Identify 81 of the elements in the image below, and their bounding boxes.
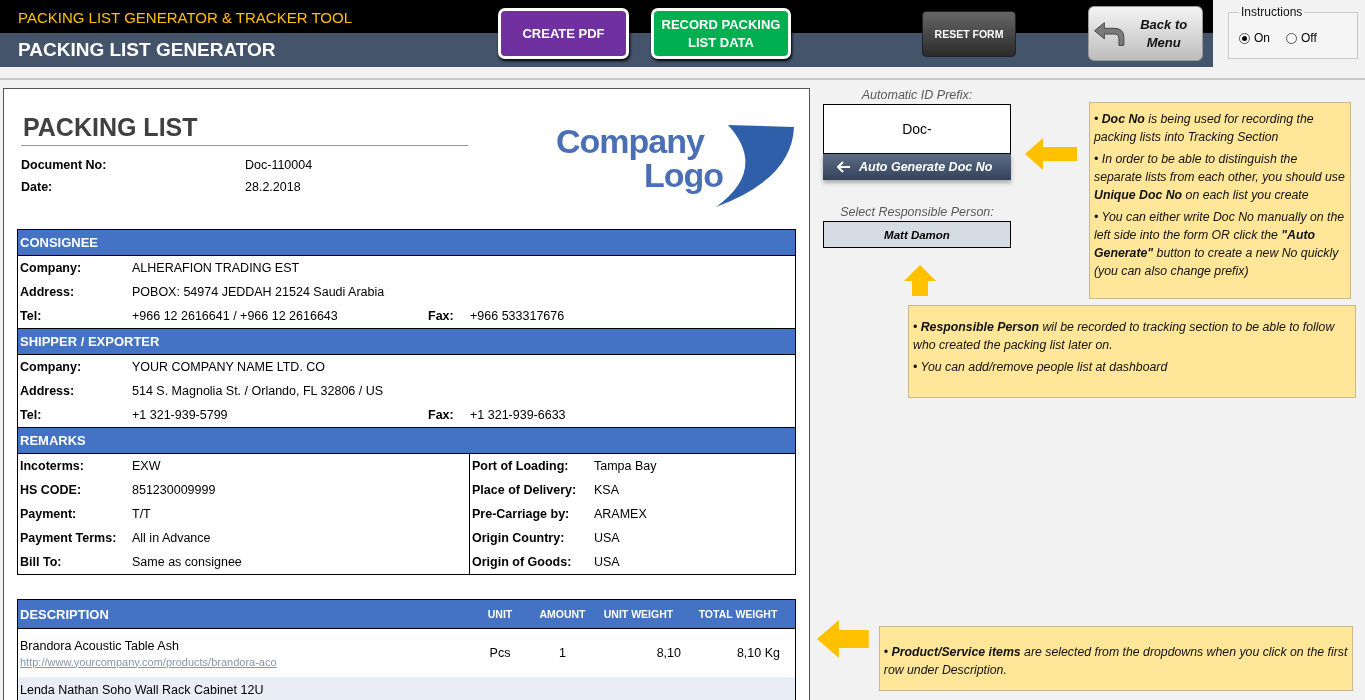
column-header: TOTAL WEIGHT: [697, 608, 779, 620]
table-cell-text: Pcs: [488, 646, 512, 660]
header-button[interactable]: RESET FORM: [922, 10, 1016, 57]
field-label: Bill To:: [20, 555, 63, 569]
instructions-label: Instructions: [1240, 5, 1304, 19]
field-value: +1 321-939-6633: [470, 408, 567, 422]
tool-subtitle: PACKING LIST GENERATOR & TRACKER TOOL: [18, 8, 353, 28]
field-value: +966 12 2616641 / +966 12 2616643: [132, 309, 339, 323]
field-label: Date:: [21, 180, 54, 194]
field-value: T/T: [132, 507, 152, 521]
logo-text: Company: [556, 122, 704, 160]
field-value: USA: [594, 531, 621, 545]
field-label: Tel:: [20, 309, 43, 323]
note-text: • You can add/remove people list at dashboard: [913, 359, 1169, 376]
field-label: Document No:: [21, 158, 108, 172]
document-title: PACKING LIST: [21, 109, 468, 146]
field-value: YOUR COMPANY NAME LTD. CO: [132, 360, 327, 374]
field-label: Port of Loading:: [472, 459, 570, 473]
up-arrow-icon: [904, 265, 936, 296]
column-header: AMOUNT: [538, 608, 587, 620]
prefix-field[interactable]: Doc-: [823, 104, 1011, 154]
page-title: PACKING LIST GENERATOR: [18, 38, 277, 62]
note-text: • Doc No is being used for recording the packing lists into Tracking Section: [1094, 111, 1315, 146]
field-value: ARAMEX: [594, 507, 648, 521]
field-label: Payment:: [20, 507, 78, 521]
field-value: USA: [594, 555, 621, 569]
left-arrow-icon: [1025, 138, 1077, 170]
field-value: KSA: [594, 483, 620, 497]
field-label: Address:: [20, 285, 76, 299]
left-arrow-icon: [837, 161, 851, 173]
field-value: ALHERAFION TRADING EST: [132, 261, 301, 275]
table-cell-text: 1: [558, 646, 567, 660]
field-value: 28.2.2018: [245, 180, 302, 194]
radio-option[interactable]: On: [1239, 31, 1270, 45]
table-cell-text: 8,10 Kg: [735, 646, 781, 660]
field-value: Tampa Bay: [594, 459, 658, 473]
field-value: All in Advance: [132, 531, 212, 545]
field-label: Place of Delivery:: [472, 483, 578, 497]
person-dropdown[interactable]: Matt Damon: [823, 221, 1011, 248]
field-label: Company:: [20, 360, 83, 374]
column-header: UNIT: [486, 608, 514, 620]
field-value: +1 321-939-5799: [132, 408, 229, 422]
column-header: DESCRIPTION: [19, 606, 110, 622]
field-value: Same as consignee: [132, 555, 243, 569]
field-value: POBOX: 54974 JEDDAH 21524 Saudi Arabia: [132, 285, 386, 299]
field-label: Incoterms:: [20, 459, 85, 473]
left-arrow-icon: [817, 620, 869, 658]
item-name: Brandora Acoustic Table Ash: [20, 638, 180, 653]
radio-icon[interactable]: [1286, 32, 1297, 44]
field-value: 514 S. Magnolia St. / Orlando, FL 32806 / US: [132, 384, 385, 398]
field-label: Fax:: [428, 309, 455, 323]
section-header: SHIPPER / EXPORTER: [18, 329, 795, 355]
prefix-label: Automatic ID Prefix:: [860, 88, 974, 104]
section-header: CONSIGNEE: [18, 230, 795, 256]
radio-icon[interactable]: [1239, 32, 1250, 44]
field-value: +966 533317676: [470, 309, 566, 323]
field-label: Origin Country:: [472, 531, 566, 545]
radio-option[interactable]: Off: [1286, 31, 1317, 45]
field-label: Address:: [20, 384, 76, 398]
field-value: Doc-110004: [245, 158, 314, 172]
back-to-menu-button[interactable]: Back to Menu: [1088, 6, 1203, 61]
field-label: Company:: [20, 261, 83, 275]
field-label: Tel:: [20, 408, 43, 422]
auto-generate-button[interactable]: Auto Generate Doc No: [823, 154, 1011, 180]
table-cell-text: 8,10: [655, 646, 681, 660]
field-label: Origin of Goods:: [472, 555, 573, 569]
note-text: • Responsible Person wil be recorded to tracking section to be able to follow who created the packing list later on.: [913, 319, 1336, 354]
field-label: Payment Terms:: [20, 531, 118, 545]
note-text: • Product/Service items are selected from the dropdowns when you click on the first row under Description.: [883, 644, 1348, 679]
note-text: • In order to be able to distinguish the separate lists from each other, you should use Unique Doc No on each list you create: [1094, 151, 1346, 204]
field-value: EXW: [132, 459, 162, 473]
note-text: • You can either write Doc No manually on the left side into the form OR click the "Auto Generate" button to create a new No quickly (you can also change prefix): [1094, 209, 1346, 280]
field-label: Fax:: [428, 408, 455, 422]
column-header: UNIT WEIGHT: [602, 608, 675, 620]
field-label: Pre-Carriage by:: [472, 507, 571, 521]
field-value: 851230009999: [132, 483, 217, 497]
field-label: HS CODE:: [20, 483, 83, 497]
header-button[interactable]: CREATE PDF: [498, 8, 629, 59]
person-label: Select Responsible Person:: [839, 205, 995, 221]
item-name: Lenda Nathan Soho Wall Rack Cabinet 12U: [20, 683, 265, 697]
section-header: REMARKS: [18, 428, 795, 454]
